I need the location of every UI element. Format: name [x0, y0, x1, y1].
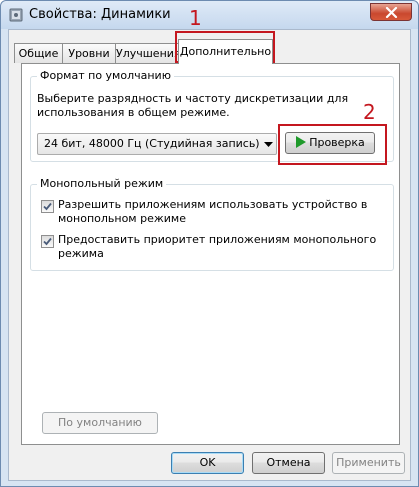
speaker-icon: [9, 8, 23, 22]
default-format-title: Формат по умолчанию: [37, 69, 174, 82]
exclusive-mode-title: Монопольный режим: [37, 177, 167, 190]
check-icon: [43, 237, 52, 246]
properties-window: Свойства: Динамики Общие Уровни Улучшени…: [0, 0, 419, 487]
allow-exclusive-checkbox[interactable]: [41, 200, 54, 213]
tab-general[interactable]: Общие: [14, 43, 63, 63]
chevron-down-icon: [264, 142, 273, 147]
allow-exclusive-label-line2[interactable]: монопольном режиме: [58, 212, 186, 226]
default-format-description-line2: использования в общем режиме.: [37, 106, 230, 119]
test-button-label: Проверка: [309, 136, 365, 149]
title-bar[interactable]: Свойства: Динамики: [1, 1, 418, 29]
format-select-value: 24 бит, 48000 Гц (Студийная запись): [44, 137, 260, 150]
window-title: Свойства: Динамики: [29, 7, 171, 22]
check-icon: [43, 202, 52, 211]
test-button[interactable]: Проверка: [285, 132, 375, 154]
cancel-button[interactable]: Отмена: [252, 452, 325, 474]
default-format-description-line1: Выберите разрядность и частоту дискретиз…: [37, 92, 349, 105]
exclusive-priority-label-line2[interactable]: режима: [58, 247, 104, 261]
exclusive-priority-checkbox[interactable]: [41, 235, 54, 248]
close-button[interactable]: [370, 3, 412, 21]
exclusive-priority-label-line1[interactable]: Предоставить приоритет приложениям моноп…: [58, 233, 376, 247]
ok-button[interactable]: OK: [171, 452, 244, 474]
tab-advanced[interactable]: Дополнительно: [178, 39, 273, 64]
exclusive-mode-group: Монопольный режим Разрешить приложениям …: [30, 177, 394, 271]
play-icon: [296, 136, 307, 148]
annotation-number-2: 2: [363, 100, 376, 124]
format-select[interactable]: 24 бит, 48000 Гц (Студийная запись): [37, 133, 277, 155]
dialog-body: Общие Уровни Улучшения Дополнительно Фор…: [8, 29, 411, 481]
restore-defaults-button[interactable]: По умолчанию: [42, 412, 158, 434]
close-icon: [385, 7, 398, 18]
annotation-number-1: 1: [189, 6, 202, 30]
apply-button[interactable]: Применить: [332, 452, 405, 474]
tab-enhancements[interactable]: Улучшения: [115, 43, 181, 63]
tab-panel-advanced: Формат по умолчанию Выберите разрядность…: [21, 63, 400, 445]
default-format-group: Формат по умолчанию Выберите разрядность…: [30, 69, 394, 162]
allow-exclusive-label-line1[interactable]: Разрешить приложениям использовать устро…: [58, 198, 367, 212]
tab-levels[interactable]: Уровни: [62, 43, 116, 63]
